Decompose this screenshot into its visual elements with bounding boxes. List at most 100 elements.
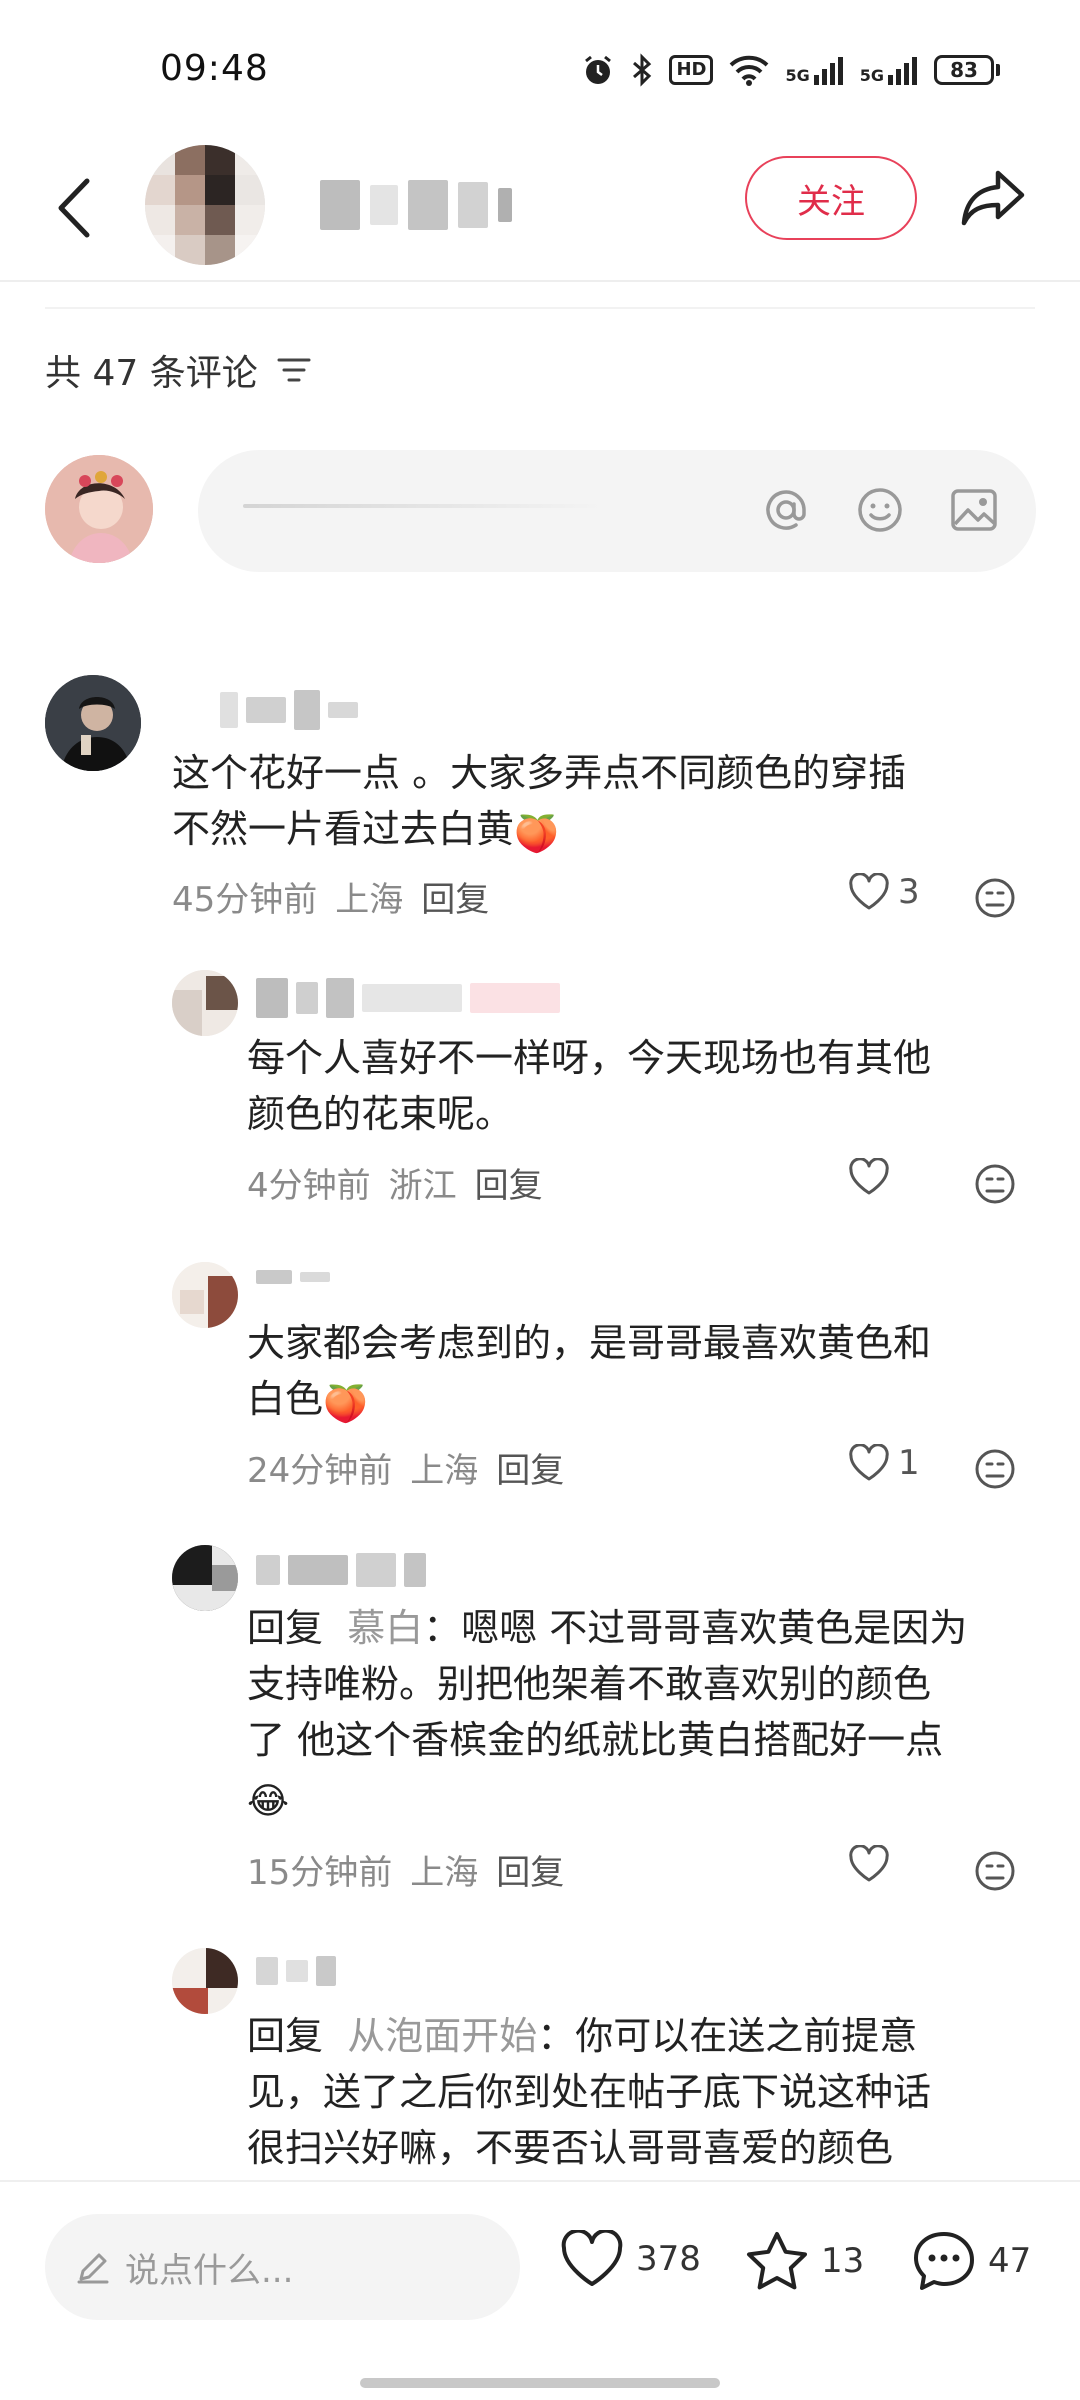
like-button[interactable]: 1 [848,1443,920,1483]
commenter-avatar[interactable] [172,1545,238,1611]
user-photo [45,455,153,563]
commenter-name[interactable] [220,690,358,730]
reply-to-name[interactable]: 从泡面开始 [347,2014,537,2058]
heart-icon [849,1444,889,1481]
image-icon[interactable] [946,482,1002,538]
reply-prefix: 回复 [247,2014,324,2058]
like-button[interactable] [848,1158,898,1196]
back-button[interactable] [45,168,105,248]
comment-text: 回复 慕白：嗯嗯 不过哥哥喜欢黄色是因为 支持唯粉。别把他架着不敢喜欢别的颜色 … [247,1600,967,1830]
user-photo [172,1262,238,1328]
comment-time: 4分钟前 [247,1166,371,1206]
bottom-comment-input[interactable]: 说点什么... [45,2214,520,2320]
pixelated-name [220,692,238,728]
shy-peach-emoji: 🍑 [514,814,559,855]
pixelated-name [370,185,398,225]
input-tools [758,482,1002,538]
laughing-crying-emoji: 😂 [247,1781,290,1822]
author-name[interactable] [320,175,512,235]
pixelated-name [328,702,358,718]
comment-line: 每个人喜好不一样呀，今天现场也有其他 [247,1036,932,1080]
commenter-avatar[interactable] [172,1262,238,1328]
comment-location: 上海 [335,880,404,920]
comment-line: 这个花好一点 。大家多弄点不同颜色的穿插 [172,751,907,795]
commenter-name[interactable] [256,1956,336,1986]
post-header: 关注 [0,130,1080,280]
commenter-name[interactable] [256,978,560,1018]
pixelated-avatar [145,145,265,265]
pixelated-name [362,984,462,1012]
comment-input[interactable] [198,450,1036,572]
comment-count: 47 [988,2241,1032,2281]
share-arrow-icon [961,170,1025,226]
dislike-button[interactable] [970,873,1020,923]
header-divider [0,280,1080,282]
comment-line: 颜色的花束呢。 [247,1092,514,1136]
comment-meta: 15分钟前 上海 回复 [247,1845,564,1894]
pixelated-name [256,1555,280,1585]
shy-peach-emoji: 🍑 [323,1384,368,1425]
comment-count-sort[interactable]: 共 47 条评论 [45,340,312,400]
commenter-avatar[interactable] [172,970,238,1036]
pixelated-name [256,1270,292,1284]
like-post-button[interactable]: 378 [560,2230,701,2288]
star-icon [747,2232,807,2290]
share-button[interactable] [955,160,1031,236]
author-avatar[interactable] [145,145,265,265]
like-button[interactable]: 3 [848,872,920,912]
like-button[interactable] [848,1845,898,1883]
commenter-avatar[interactable] [45,675,141,771]
status-icons: HD 5G 5G 83 [581,50,1000,90]
dislike-button[interactable] [970,1846,1020,1896]
signal-5g-2: 5G [860,55,918,85]
pixelated-name [408,180,448,230]
pixelated-name [498,188,512,222]
reply-button[interactable]: 回复 [496,1845,564,1894]
heart-icon [849,1845,889,1882]
reply-button[interactable]: 回复 [475,1158,543,1207]
pixelated-name [256,978,288,1018]
unhappy-face-icon [975,1449,1015,1489]
follow-button[interactable]: 关注 [745,156,917,240]
mention-icon[interactable] [758,482,814,538]
commenter-avatar[interactable] [172,1948,238,2014]
home-indicator[interactable] [360,2378,720,2388]
alarm-icon [581,53,615,87]
commenter-name[interactable] [256,1270,330,1284]
reply-button[interactable]: 回复 [421,872,489,921]
input-placeholder-line [243,504,603,508]
comments-button[interactable]: 47 [912,2230,1031,2292]
comment-line-with-emoji: 😂 [247,1768,967,1830]
comment-location: 浙江 [388,1166,457,1206]
pixelated-name [356,1553,396,1587]
pixelated-name [288,1555,348,1585]
unhappy-face-icon [975,1851,1015,1891]
signal-bars-icon [813,57,843,85]
comment-line: ：你可以在送之前提意 [537,2014,918,2058]
emoji-icon[interactable] [852,482,908,538]
comment-time: 15分钟前 [247,1853,393,1893]
pixelated-name [246,697,286,723]
pixelated-name [300,1272,330,1282]
comment-line: 支持唯粉。别把他架着不敢喜欢别的颜色 [247,1662,932,1706]
user-photo [172,1545,238,1611]
user-photo [45,675,141,771]
unhappy-face-icon [975,878,1015,918]
network-type-label: 5G [859,66,884,85]
comment-time: 24分钟前 [247,1451,393,1491]
favorite-button[interactable]: 13 [745,2230,864,2292]
pixelated-name [458,182,488,228]
dislike-button[interactable] [970,1444,1020,1494]
reply-button[interactable]: 回复 [496,1443,564,1492]
network-type-label: 5G [785,66,810,85]
commenter-name[interactable] [256,1553,426,1587]
comment-location: 上海 [410,1451,479,1491]
current-user-avatar[interactable] [45,455,153,563]
comment-text: 每个人喜好不一样呀，今天现场也有其他 颜色的花束呢。 [247,1030,931,1142]
sort-icon [277,358,311,382]
dislike-button[interactable] [970,1159,1020,1209]
chat-bubble-icon [914,2232,974,2290]
reply-to-name[interactable]: 慕白 [347,1606,423,1650]
heart-icon [561,2230,623,2286]
hd-badge: HD [669,55,714,85]
